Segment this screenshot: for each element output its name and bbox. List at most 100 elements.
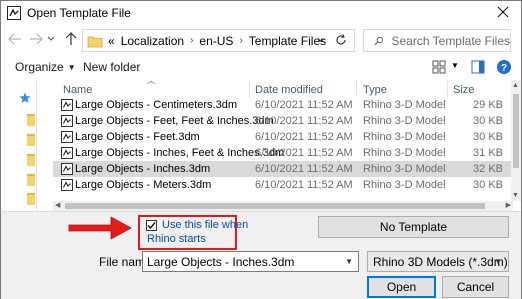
up-arrow-icon[interactable] — [63, 31, 79, 47]
file-size-cell: 30 KB — [473, 179, 503, 191]
scroll-down-arrow-icon[interactable]: ▼ — [512, 192, 519, 199]
file-name-cell: Large Objects - Centimeters.3dm — [75, 99, 238, 111]
folder-icon — [87, 36, 103, 47]
forward-arrow-icon[interactable] — [28, 31, 44, 47]
file-name-value[interactable]: Large Objects - Inches.3dm — [147, 255, 294, 269]
column-header-type[interactable]: Type — [363, 84, 387, 96]
nav-folder-icon[interactable] — [27, 154, 35, 166]
file-size-cell: 29 KB — [473, 99, 503, 111]
navigation-pane[interactable] — [1, 80, 37, 211]
search-placeholder: Search Template Files — [391, 33, 511, 48]
preview-pane-icon[interactable] — [471, 60, 485, 74]
column-divider[interactable] — [249, 81, 250, 97]
view-options-caret-icon[interactable]: ▼ — [451, 61, 459, 70]
file-name-cell: Large Objects - Feet, Feet & Inches.3dm — [75, 115, 274, 127]
new-folder-button[interactable]: New folder — [83, 60, 140, 74]
file-date-cell: 6/10/2021 11:52 AM — [255, 131, 353, 143]
file-name-dropdown-icon[interactable]: ▼ — [345, 257, 353, 266]
horizontal-scrollbar[interactable]: ◀ ▶ — [53, 201, 513, 211]
svg-text:?: ? — [501, 63, 507, 74]
file-name-combobox[interactable]: Large Objects - Inches.3dm ▼ — [142, 251, 359, 272]
nav-folder-icon[interactable] — [27, 193, 35, 205]
file-name-cell: Large Objects - Inches, Feet & Inches.3d… — [75, 147, 285, 159]
column-header-date[interactable]: Date modified — [255, 84, 323, 96]
search-icon — [374, 36, 383, 45]
dialog-footer: Use this file when Rhino starts No Templ… — [1, 211, 521, 299]
rhino-app-icon — [7, 5, 21, 20]
file-name-cell: Large Objects - Meters.3dm — [75, 179, 212, 191]
file-row[interactable]: Large Objects - Meters.3dm 6/10/2021 11:… — [53, 177, 513, 193]
rhino-file-icon — [61, 179, 73, 191]
breadcrumb-localization[interactable]: Localization — [121, 34, 184, 48]
change-view-icon[interactable] — [432, 60, 446, 74]
file-row[interactable]: Large Objects - Centimeters.3dm 6/10/202… — [53, 97, 513, 113]
command-toolbar: Organize ▼ New folder ▼ ? — [1, 56, 521, 79]
file-date-cell: 6/10/2021 11:52 AM — [255, 115, 353, 127]
file-name-cell: Large Objects - Feet.3dm — [75, 131, 200, 143]
file-type-cell: Rhino 3-D Model — [363, 115, 446, 127]
cancel-button[interactable]: Cancel — [442, 276, 509, 298]
nav-folder-icon[interactable] — [27, 174, 35, 186]
column-divider[interactable] — [356, 81, 357, 97]
vertical-scrollbar[interactable]: ▲ ▼ — [511, 80, 521, 201]
file-size-cell: 30 KB — [473, 115, 503, 127]
dialog-title: Open Template File — [27, 5, 131, 20]
file-type-dropdown-icon[interactable]: ▼ — [494, 257, 502, 266]
breadcrumb-en-us[interactable]: en-US — [199, 34, 233, 48]
no-template-button[interactable]: No Template — [318, 216, 509, 238]
rhino-file-icon — [61, 99, 73, 111]
column-header-size[interactable]: Size — [453, 84, 474, 96]
file-row[interactable]: Large Objects - Inches, Feet & Inches.3d… — [53, 145, 513, 161]
file-row[interactable]: Large Objects - Feet, Feet & Inches.3dm … — [53, 113, 513, 129]
column-divider[interactable] — [447, 81, 448, 97]
vertical-scroll-thumb[interactable] — [513, 94, 519, 168]
recent-locations-chevron-icon[interactable] — [46, 31, 56, 47]
file-date-cell: 6/10/2021 11:52 AM — [255, 163, 353, 175]
organize-menu[interactable]: Organize ▼ — [15, 60, 76, 74]
file-size-cell: 30 KB — [473, 131, 503, 143]
file-size-cell: 31 KB — [473, 147, 503, 159]
help-icon[interactable]: ? — [496, 59, 512, 75]
file-type-cell: Rhino 3-D Model — [363, 179, 446, 191]
file-type-cell: Rhino 3-D Model — [363, 163, 446, 175]
use-on-startup-label-line2[interactable]: Rhino starts — [147, 233, 206, 245]
startup-option-highlight: Use this file when Rhino starts — [138, 215, 248, 250]
open-button[interactable]: Open — [367, 276, 436, 298]
breadcrumb-separator: › — [239, 35, 243, 46]
file-date-cell: 6/10/2021 11:52 AM — [255, 99, 353, 111]
use-on-startup-checkbox[interactable] — [146, 220, 157, 231]
horizontal-scroll-thumb[interactable] — [65, 203, 485, 209]
file-size-cell: 32 KB — [473, 163, 503, 175]
annotation-arrow-icon — [68, 216, 132, 240]
back-arrow-icon[interactable] — [7, 31, 23, 47]
file-type-cell: Rhino 3-D Model — [363, 147, 446, 159]
checkmark-icon — [147, 222, 156, 230]
breadcrumb-overflow[interactable]: « — [108, 34, 115, 48]
file-row[interactable]: Large Objects - Inches.3dm 6/10/2021 11:… — [53, 161, 513, 177]
rhino-file-icon — [61, 115, 73, 127]
use-on-startup-label[interactable]: Use this file when — [162, 219, 248, 231]
rhino-file-icon — [61, 163, 73, 175]
close-icon[interactable] — [495, 4, 511, 20]
file-type-value[interactable]: Rhino 3D Models (*.3dm) — [373, 255, 508, 269]
scroll-left-arrow-icon[interactable]: ◀ — [55, 201, 60, 209]
file-list[interactable]: Name Date modified Type Size Large Objec… — [53, 80, 513, 201]
refresh-icon[interactable] — [334, 33, 348, 47]
breadcrumb-template-files[interactable]: Template Files — [249, 34, 326, 48]
search-input[interactable]: Search Template Files — [363, 29, 511, 52]
rhino-file-icon — [61, 131, 73, 143]
quick-access-star-icon[interactable] — [19, 92, 31, 104]
column-header-name[interactable]: Name — [63, 84, 92, 96]
scroll-up-arrow-icon[interactable]: ▲ — [512, 82, 519, 89]
address-bar[interactable]: « Localization › en-US › Template Files — [82, 29, 355, 52]
nav-folder-icon[interactable] — [27, 114, 35, 126]
nav-folder-icon[interactable] — [27, 134, 35, 146]
scroll-right-arrow-icon[interactable]: ▶ — [506, 201, 511, 209]
breadcrumb-separator: › — [190, 35, 194, 46]
file-type-select[interactable]: Rhino 3D Models (*.3dm) ▼ — [367, 251, 509, 272]
rhino-file-icon — [61, 147, 73, 159]
file-date-cell: 6/10/2021 11:52 AM — [255, 147, 353, 159]
title-bar: Open Template File — [1, 1, 521, 24]
address-dropdown-chevron-icon[interactable] — [316, 35, 326, 45]
file-row[interactable]: Large Objects - Feet.3dm 6/10/2021 11:52… — [53, 129, 513, 145]
